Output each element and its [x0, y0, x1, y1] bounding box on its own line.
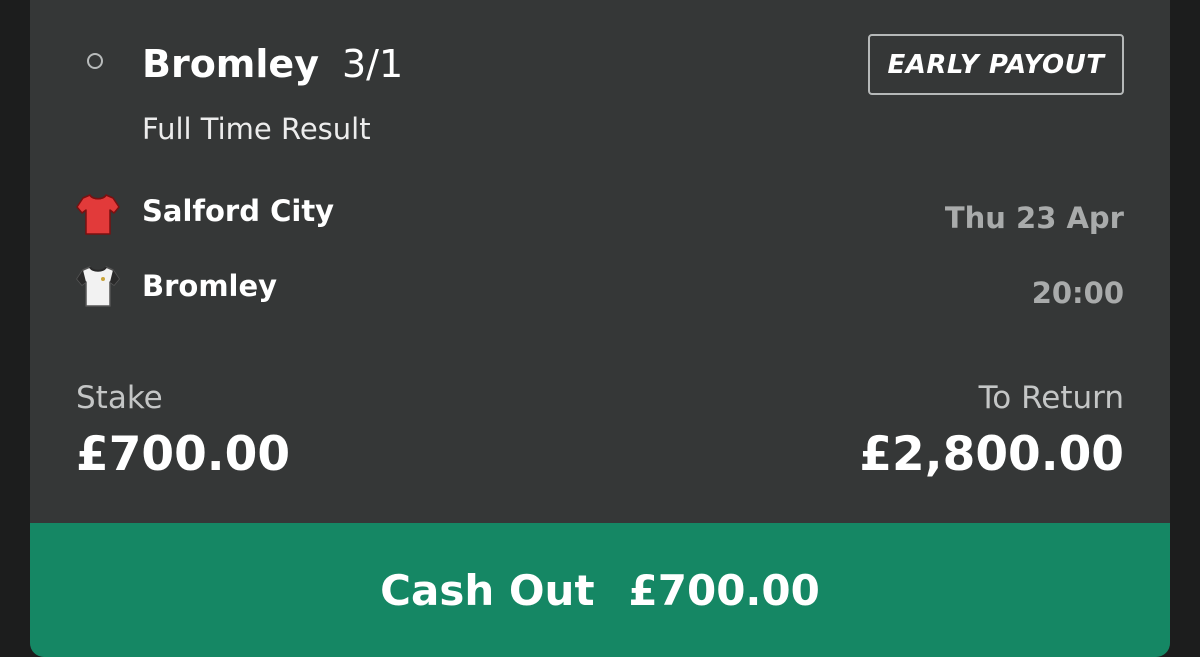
market-name: Full Time Result [142, 112, 371, 146]
match-date: Thu 23 Apr [944, 201, 1124, 235]
selection-odds: 3/1 [342, 42, 404, 86]
match-time: 20:00 [1031, 276, 1124, 310]
home-team-name: Salford City [142, 194, 335, 228]
stake-amount: £700.00 [76, 427, 291, 482]
cash-out-label: Cash Out [380, 565, 595, 615]
selection-status-icon [87, 53, 103, 69]
stake-label: Stake [76, 380, 163, 416]
selection-name: Bromley [142, 42, 319, 86]
to-return-label: To Return [978, 380, 1124, 416]
white-shirt-icon [76, 266, 120, 307]
away-team-name: Bromley [142, 269, 278, 303]
early-payout-badge: EARLY PAYOUT [868, 34, 1124, 95]
red-shirt-icon [76, 194, 120, 235]
bet-card: Bromley 3/1 EARLY PAYOUT Full Time Resul… [30, 0, 1170, 657]
to-return-amount: £2,800.00 [859, 427, 1124, 482]
early-payout-label: EARLY PAYOUT [887, 49, 1105, 80]
cash-out-button[interactable]: Cash Out £700.00 [30, 523, 1170, 657]
cash-out-amount: £700.00 [628, 565, 820, 615]
